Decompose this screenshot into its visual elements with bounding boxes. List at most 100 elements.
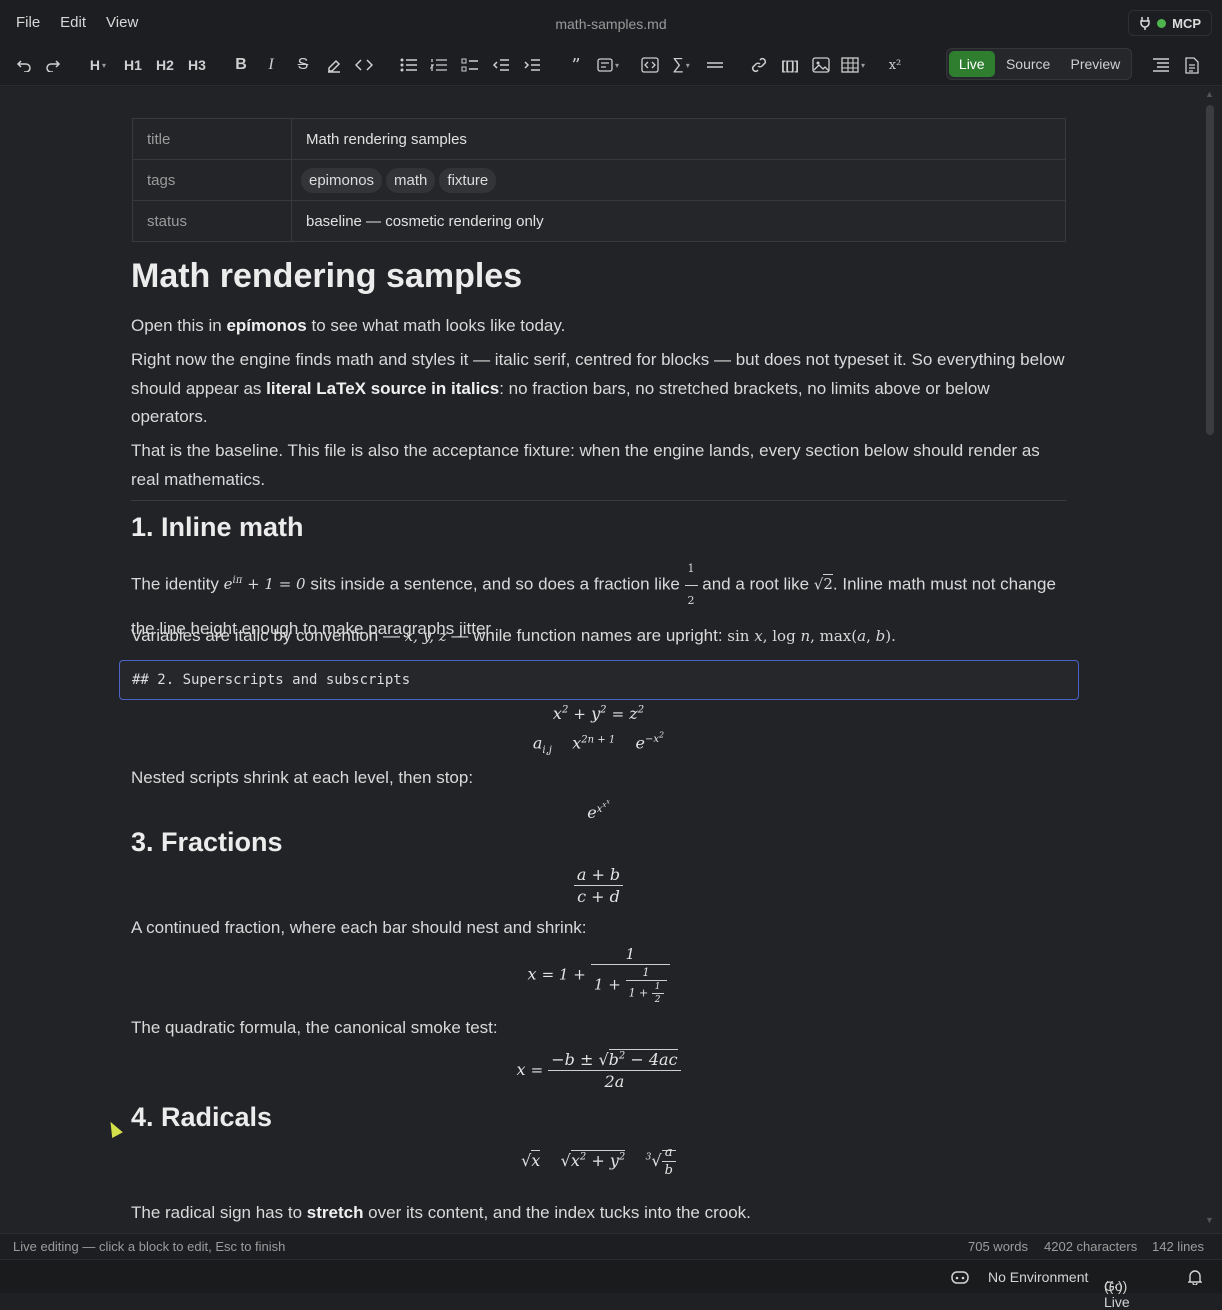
tag-chip[interactable]: fixture	[439, 167, 497, 193]
outline-icon[interactable]	[1149, 51, 1173, 79]
menu-edit[interactable]: Edit	[50, 0, 96, 46]
frontmatter-table: title Math rendering samples tags epimon…	[132, 118, 1066, 242]
document-heading[interactable]: Math rendering samples	[131, 257, 522, 296]
chevron-down-icon: ▾	[861, 60, 866, 70]
frontmatter-key: tags	[132, 159, 292, 201]
frontmatter-value[interactable]: baseline — cosmetic rendering only	[291, 200, 1066, 242]
character-count: 4202 characters	[1044, 1239, 1138, 1254]
scroll-down-icon[interactable]: ▼	[1205, 1215, 1214, 1225]
inline-math: √2	[813, 574, 833, 594]
paragraph[interactable]: Variables are italic by convention — x, …	[131, 622, 1066, 651]
paragraph[interactable]: Right now the engine finds math and styl…	[131, 346, 1066, 432]
display-math: x2 + y2 = z2	[552, 704, 645, 723]
math-icon[interactable]: ∑ ▾	[669, 51, 693, 79]
paragraph[interactable]: That is the baseline. This file is also …	[131, 437, 1066, 494]
code-icon[interactable]	[352, 51, 376, 79]
title-bar: File Edit View math-samples.md MCP	[0, 0, 1222, 46]
strikethrough-icon[interactable]: S	[291, 51, 315, 79]
superscript-button[interactable]: x²	[883, 51, 907, 79]
section-heading[interactable]: 3. Fractions	[131, 827, 283, 858]
display-math: x = 1 + 11 + 11 + 12	[131, 945, 1066, 1005]
code-block-icon[interactable]	[638, 51, 662, 79]
menu-view[interactable]: View	[96, 0, 148, 46]
undo-icon[interactable]	[12, 51, 36, 79]
highlight-icon[interactable]	[322, 51, 346, 79]
paragraph[interactable]: Open this in epímonos to see what math l…	[131, 312, 1066, 341]
inline-math: eiπ + 1 = 0	[223, 575, 306, 594]
numbered-list-icon[interactable]	[427, 51, 451, 79]
display-math: x = −b ± √b2 − 4ac 2a	[131, 1049, 1066, 1091]
paragraph[interactable]: A continued fraction, where each bar sho…	[131, 914, 1066, 943]
text: The radical sign has to	[131, 1203, 307, 1222]
scrollbar[interactable]: ▲ ▼	[1202, 87, 1222, 1233]
environment-selector[interactable]: No Environment	[988, 1269, 1088, 1285]
bullet-list-icon[interactable]	[397, 51, 421, 79]
task-list-icon[interactable]	[458, 51, 482, 79]
frontmatter-row: title Math rendering samples	[132, 118, 1066, 160]
redo-icon[interactable]	[41, 51, 65, 79]
image-icon[interactable]	[809, 51, 833, 79]
h2-button[interactable]: H2	[153, 51, 177, 79]
mode-preview[interactable]: Preview	[1060, 49, 1131, 79]
word-count: 705 words	[968, 1239, 1028, 1254]
go-live-label: Go Live	[1104, 1278, 1130, 1310]
tag-chip[interactable]: math	[386, 167, 436, 193]
indent-icon[interactable]	[520, 51, 544, 79]
tag-chip[interactable]: epimonos	[301, 167, 383, 193]
section-heading[interactable]: 4. Radicals	[131, 1102, 272, 1133]
text: Variables are italic by convention —	[131, 626, 405, 645]
bold-text: stretch	[306, 1203, 364, 1222]
chevron-down-icon: ▾	[685, 60, 690, 70]
inline-math: sin x, log n, max(a, b).	[727, 627, 896, 645]
paragraph[interactable]: The radical sign has to stretch over its…	[131, 1199, 1066, 1228]
quote-icon[interactable]: ”	[564, 51, 588, 79]
frontmatter-value[interactable]: Math rendering samples	[291, 118, 1066, 160]
text: Open this in	[131, 316, 227, 335]
text: — while function names are upright:	[446, 626, 728, 645]
menu-file[interactable]: File	[6, 0, 50, 46]
table-icon[interactable]: ▾	[841, 51, 865, 79]
heading-dropdown[interactable]: H ▾	[86, 51, 110, 79]
editor-pane[interactable]: title Math rendering samples tags epimon…	[0, 87, 1202, 1233]
scroll-up-icon[interactable]: ▲	[1205, 89, 1214, 99]
status-hint: Live editing — click a block to edit, Es…	[13, 1239, 286, 1254]
section-heading[interactable]: 1. Inline math	[131, 512, 304, 543]
link-icon[interactable]	[747, 51, 771, 79]
horizontal-rule-icon[interactable]	[703, 51, 727, 79]
app-status-bar: No Environment ((·)) Go Live	[0, 1259, 1222, 1310]
text: and a root like	[697, 574, 814, 594]
text: sits inside a sentence, and so does a fr…	[305, 574, 685, 594]
mode-switcher: Live Source Preview	[946, 48, 1132, 80]
copilot-icon[interactable]	[950, 1269, 970, 1288]
document-icon[interactable]	[1180, 51, 1204, 79]
plug-icon	[1140, 17, 1150, 30]
paragraph[interactable]: The quadratic formula, the canonical smo…	[131, 1014, 1066, 1043]
scrollbar-thumb[interactable]	[1206, 105, 1214, 435]
text: to see what math looks like today.	[306, 316, 566, 335]
paragraph[interactable]: Nested scripts shrink at each level, the…	[131, 764, 1066, 793]
italic-icon[interactable]: I	[259, 51, 283, 79]
bold-icon[interactable]: B	[229, 51, 253, 79]
outdent-icon[interactable]	[489, 51, 513, 79]
text: over its content, and the index tucks in…	[363, 1203, 751, 1222]
frontmatter-key: title	[132, 118, 292, 160]
display-math: exxx	[587, 799, 610, 822]
divider	[131, 500, 1066, 501]
bold-text: epímonos	[226, 316, 307, 335]
h3-button[interactable]: H3	[185, 51, 209, 79]
bold-text: literal LaTeX source in italics	[266, 378, 500, 398]
chevron-down-icon: ▾	[102, 60, 107, 70]
mcp-button[interactable]: MCP	[1128, 10, 1212, 36]
active-source-block[interactable]: ## 2. Superscripts and subscripts	[119, 660, 1079, 700]
wikilink-icon[interactable]: [[]]	[778, 51, 802, 79]
text: The identity	[131, 574, 224, 594]
frontmatter-row: tags epimonos math fixture	[132, 159, 1066, 201]
callout-icon[interactable]: ▾	[596, 51, 620, 79]
mode-live[interactable]: Live	[949, 51, 995, 77]
mode-source[interactable]: Source	[997, 49, 1060, 79]
bell-icon[interactable]	[1187, 1269, 1203, 1288]
frontmatter-key: status	[132, 200, 292, 242]
display-math: a + bc + d	[131, 865, 1066, 906]
frontmatter-tags[interactable]: epimonos math fixture	[291, 159, 1066, 201]
h1-button[interactable]: H1	[121, 51, 145, 79]
